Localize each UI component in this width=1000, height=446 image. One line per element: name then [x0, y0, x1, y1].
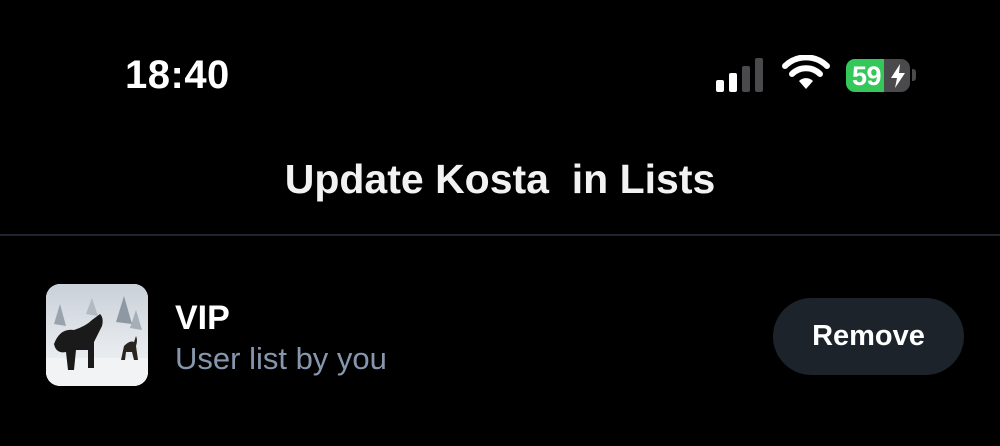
- battery-indicator: 59: [846, 59, 910, 92]
- list-name: VIP: [175, 299, 230, 337]
- list-avatar: [46, 284, 148, 386]
- list-row: VIP User list by you Remove: [0, 270, 1000, 404]
- status-bar: 18:40 59: [0, 0, 1000, 140]
- cellular-signal-icon: [716, 58, 763, 92]
- wifi-icon: [782, 55, 830, 89]
- battery-nub: [912, 69, 916, 81]
- sheet-title: Update Kosta in Lists: [284, 156, 716, 202]
- bolt-icon: [891, 64, 905, 88]
- status-time: 18:40: [125, 53, 230, 97]
- divider: [0, 234, 1000, 236]
- list-subtitle: User list by you: [175, 341, 387, 376]
- battery-level-text: 59: [852, 61, 882, 91]
- list-avatar-image: [46, 284, 148, 386]
- remove-button[interactable]: Remove: [773, 298, 964, 375]
